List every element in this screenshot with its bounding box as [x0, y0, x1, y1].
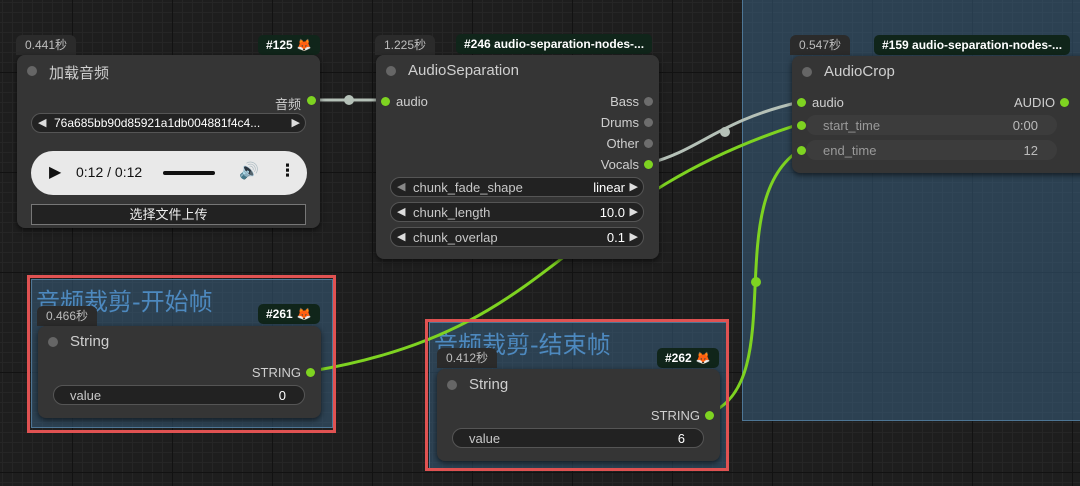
- collapse-dot-icon[interactable]: [447, 380, 457, 390]
- file-value: 76a685bb90d85921a1db004881f4c4...: [54, 116, 261, 130]
- output-pin-other[interactable]: [644, 139, 653, 148]
- fox-icon: 🦊: [296, 38, 312, 52]
- output-pin-audio[interactable]: [1060, 98, 1069, 107]
- widget-chunk-overlap[interactable]: ◀ chunk_overlap 0.1 ▶: [390, 227, 644, 247]
- widget-label: end_time: [823, 143, 877, 158]
- decrement-arrow-icon[interactable]: ◀: [397, 205, 405, 218]
- input-label: audio: [812, 95, 844, 110]
- collapse-dot-icon[interactable]: [27, 66, 37, 76]
- output-pin-string[interactable]: [705, 411, 714, 420]
- badge-text: #261: [266, 307, 293, 321]
- audio-player[interactable]: ▶ 0:12 / 0:12 🔊 ⋮: [31, 151, 307, 195]
- next-arrow-icon[interactable]: ▶: [292, 116, 300, 129]
- upload-button[interactable]: 选择文件上传: [31, 204, 306, 225]
- widget-value: 0:00: [1012, 118, 1038, 133]
- node-id-badge: #246 audio-separation-nodes-...: [456, 34, 653, 54]
- output-label: 音频: [274, 97, 301, 112]
- widget-value: 12: [1023, 143, 1038, 158]
- input-label: audio: [396, 94, 428, 109]
- widget-chunk-fade-shape[interactable]: ◀ chunk_fade_shape linear ▶: [390, 177, 644, 197]
- node-string-end[interactable]: String STRING value 6: [437, 369, 720, 461]
- node-load-audio[interactable]: 加载音频 音频 ◀ 76a685bb90d85921a1db004881f4c4…: [17, 55, 320, 228]
- widget-chunk-length[interactable]: ◀ chunk_length 10.0 ▶: [390, 202, 644, 222]
- link-midpoint: [751, 277, 761, 287]
- output-label-vocals: Vocals: [600, 157, 639, 172]
- node-title: 加载音频: [49, 65, 110, 82]
- collapse-dot-icon[interactable]: [802, 67, 812, 77]
- node-id-badge: #262 🦊: [657, 348, 719, 368]
- progress-bar[interactable]: [163, 171, 215, 175]
- file-select-combo[interactable]: ◀ 76a685bb90d85921a1db004881f4c4... ▶: [31, 113, 306, 133]
- decrement-arrow-icon[interactable]: ◀: [397, 230, 405, 243]
- output-pin-audio[interactable]: [307, 96, 316, 105]
- player-time: 0:12 / 0:12: [76, 164, 143, 180]
- collapse-dot-icon[interactable]: [386, 66, 396, 76]
- widget-label: chunk_overlap: [413, 230, 498, 245]
- widget-value: 0: [278, 388, 286, 403]
- widget-label: value: [70, 388, 102, 403]
- node-titlebar[interactable]: AudioCrop: [792, 56, 1080, 86]
- output-pin-string[interactable]: [306, 368, 315, 377]
- input-pin-audio[interactable]: [381, 97, 390, 106]
- output-pin-vocals[interactable]: [644, 160, 653, 169]
- node-id-badge: #159 audio-separation-nodes-...: [874, 35, 1071, 55]
- node-id-badge: #261 🦊: [258, 304, 320, 324]
- link-midpoint: [344, 95, 354, 105]
- output-label: STRING: [650, 408, 700, 423]
- node-titlebar[interactable]: String: [437, 369, 720, 399]
- node-timer: 1.225秒: [375, 35, 436, 55]
- widget-value: 10.0: [599, 205, 625, 220]
- badge-text: #125: [266, 38, 293, 52]
- node-id-badge: #125 🦊: [258, 35, 320, 55]
- node-audio-separation[interactable]: AudioSeparation audio Bass Drums Other V…: [376, 55, 659, 259]
- output-label: STRING: [251, 365, 301, 380]
- node-timer: 0.466秒: [37, 306, 98, 326]
- widget-label: start_time: [823, 118, 881, 133]
- widget-start-time[interactable]: start_time 0:00: [806, 115, 1057, 135]
- widget-label: chunk_length: [413, 205, 491, 220]
- node-title: AudioSeparation: [408, 62, 519, 79]
- fox-icon: 🦊: [296, 307, 312, 321]
- more-options-icon[interactable]: ⋮: [279, 161, 296, 181]
- node-title: String: [469, 376, 509, 393]
- widget-value: 6: [677, 431, 685, 446]
- increment-arrow-icon[interactable]: ▶: [630, 205, 638, 218]
- widget-label: chunk_fade_shape: [413, 180, 523, 195]
- output-label-other: Other: [606, 136, 639, 151]
- output-label: AUDIO: [1014, 95, 1056, 110]
- node-timer: 0.412秒: [437, 348, 498, 368]
- widget-value-input[interactable]: value 0: [53, 385, 305, 405]
- widget-value: 0.1: [606, 230, 625, 245]
- input-pin-audio[interactable]: [797, 98, 806, 107]
- node-titlebar[interactable]: AudioSeparation: [376, 55, 659, 85]
- node-title: String: [70, 333, 110, 350]
- widget-value-input[interactable]: value 6: [452, 428, 704, 448]
- node-titlebar[interactable]: 加载音频: [17, 55, 320, 85]
- node-string-start[interactable]: String STRING value 0: [38, 326, 321, 418]
- fox-icon: 🦊: [695, 351, 711, 365]
- volume-icon[interactable]: 🔊: [239, 161, 259, 181]
- play-icon[interactable]: ▶: [49, 162, 61, 182]
- node-titlebar[interactable]: String: [38, 326, 321, 356]
- link-midpoint: [720, 127, 730, 137]
- collapse-dot-icon[interactable]: [48, 337, 58, 347]
- prev-arrow-icon[interactable]: ◀: [38, 116, 46, 129]
- widget-value: linear: [593, 180, 625, 195]
- badge-text: #262: [665, 351, 692, 365]
- node-timer: 0.547秒: [790, 35, 851, 55]
- widget-end-time[interactable]: end_time 12: [806, 140, 1057, 160]
- increment-arrow-icon[interactable]: ▶: [630, 230, 638, 243]
- output-label-drums: Drums: [600, 115, 639, 130]
- decrement-arrow-icon[interactable]: ◀: [397, 180, 405, 193]
- increment-arrow-icon[interactable]: ▶: [630, 180, 638, 193]
- output-pin-drums[interactable]: [644, 118, 653, 127]
- input-pin-start-time[interactable]: [797, 121, 806, 130]
- widget-label: value: [469, 431, 501, 446]
- output-pin-bass[interactable]: [644, 97, 653, 106]
- input-pin-end-time[interactable]: [797, 146, 806, 155]
- node-timer: 0.441秒: [16, 35, 77, 55]
- node-audio-crop[interactable]: AudioCrop audio AUDIO start_time 0:00 en…: [792, 56, 1080, 173]
- output-label-bass: Bass: [610, 94, 639, 109]
- node-title: AudioCrop: [824, 63, 895, 80]
